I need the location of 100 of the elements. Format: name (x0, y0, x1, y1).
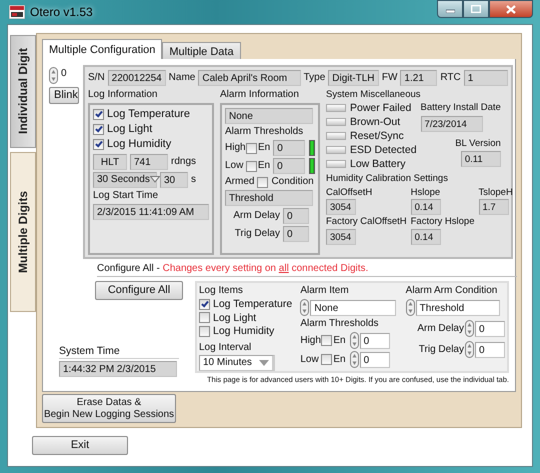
interval-dropdown[interactable]: 30 Seconds (93, 172, 157, 188)
field-label: FW (382, 72, 398, 84)
field-label: Trig Delay (418, 344, 464, 356)
checkbox[interactable] (257, 176, 268, 188)
field-label: Alarm Thresholds (225, 126, 304, 138)
field-label: Factory Hslope (410, 216, 474, 228)
maximize-button[interactable] (463, 0, 489, 18)
field-label: High (225, 142, 245, 154)
value-field: 30 (160, 172, 188, 188)
dropdown-arrow-icon (259, 360, 269, 366)
dropdown-arrow-icon (150, 176, 160, 184)
spin-buttons[interactable] (465, 341, 474, 358)
number-field[interactable]: 0 (360, 332, 390, 348)
value-field: 3054 (326, 228, 356, 245)
section-title: Alarm Information (220, 89, 300, 101)
unit-label: s (191, 174, 196, 186)
field-label: Alarm Item (300, 285, 350, 297)
checkbox[interactable] (246, 160, 257, 172)
field-label: Low (300, 354, 320, 366)
field-label: CalOffsetH (326, 186, 374, 198)
field-label: Battery Install Date (420, 102, 501, 114)
arm-condition-field[interactable]: Threshold (416, 300, 500, 316)
checkbox[interactable] (321, 354, 332, 365)
exit-button[interactable]: Exit (32, 436, 128, 455)
value-field: 0.14 (410, 199, 441, 216)
value-field: HLT (93, 154, 127, 170)
window-title: Otero v1.53 (30, 4, 93, 20)
checkbox-label: Log Humidity (213, 325, 274, 338)
close-icon (506, 4, 516, 14)
section-title: Log Information (88, 89, 158, 101)
field-label: Alarm Thresholds (300, 318, 380, 330)
section-title: Humidity Calibration Settings (326, 173, 449, 185)
value-field: 741 (130, 154, 168, 170)
side-tab[interactable]: Multiple Digits (10, 152, 36, 312)
field-label: System Time (59, 345, 179, 359)
checkbox-label: Log Light (213, 312, 256, 324)
field-label: Low (225, 160, 244, 172)
checkbox-label: Log Temperature (213, 298, 292, 311)
value-field: 1.7 (478, 199, 508, 216)
value-field: 1:44:32 PM 2/3/2015 (59, 361, 177, 377)
checkbox-label: En (258, 142, 270, 154)
value-field: 7/23/2014 (420, 116, 483, 132)
checkbox-label: En (333, 354, 346, 366)
spin-buttons[interactable] (49, 67, 58, 84)
value-field: None (225, 108, 313, 124)
interval-dropdown[interactable]: 10 Minutes (199, 354, 275, 371)
checkbox[interactable] (199, 312, 210, 324)
field-label: Name (168, 72, 196, 84)
indicator-label: ESD Detected (350, 144, 417, 157)
indicator-label: Reset/Sync (350, 130, 404, 143)
value-field: 1 (464, 70, 508, 86)
field-label: Trig Delay (234, 228, 280, 240)
checkbox-label: Log Temperature (107, 108, 190, 122)
close-button[interactable] (489, 0, 533, 18)
value-field: 0 (283, 226, 309, 242)
field-label: Log Items (199, 285, 244, 297)
indicator-label: Low Battery (350, 158, 406, 171)
value-field: 0 (283, 208, 309, 224)
spin-buttons[interactable] (300, 299, 310, 316)
checkbox-label: Log Humidity (107, 138, 172, 152)
minimize-button[interactable] (437, 0, 463, 18)
checkbox[interactable] (199, 326, 210, 337)
erase-button[interactable]: Erase Datas & Begin New Logging Sessions (42, 394, 176, 423)
field-label: Arm Delay (417, 322, 464, 334)
blink-button[interactable]: Blink (49, 87, 79, 104)
checkbox-label: En (333, 334, 346, 346)
app-icon (9, 5, 25, 19)
checkbox[interactable] (93, 139, 104, 150)
number-field[interactable]: 0 (475, 320, 505, 336)
tab[interactable]: Multiple Configuration (42, 39, 162, 59)
alarm-item-field[interactable]: None (310, 300, 396, 316)
checkbox[interactable] (93, 124, 104, 136)
tab[interactable]: Multiple Data (162, 42, 241, 59)
field-label: Alarm Arm Condition (406, 285, 498, 297)
field-label: RTC (440, 72, 461, 84)
side-tab[interactable]: Individual Digit (10, 35, 36, 148)
value-field: 2/3/2015 11:41:09 AM (93, 204, 209, 220)
value-field: Caleb April's Room (198, 70, 301, 86)
spin-buttons[interactable] (465, 320, 474, 337)
value-field: 1.21 (400, 70, 438, 86)
field-label: BL Version (455, 138, 501, 150)
checkbox[interactable] (246, 142, 257, 154)
checkbox[interactable] (321, 335, 332, 346)
spin-buttons[interactable] (350, 332, 359, 349)
checkbox-label: En (258, 160, 270, 172)
checkbox[interactable] (93, 109, 104, 120)
checkbox[interactable] (199, 298, 210, 310)
value-field: Threshold (225, 190, 313, 206)
value-field: 220012254 (108, 70, 166, 86)
number-field[interactable]: 0 (475, 342, 505, 358)
spin-buttons[interactable] (406, 299, 415, 316)
field-label: Factory CalOffsetH (326, 216, 407, 228)
value-field: 0.14 (410, 228, 441, 245)
field-label: High (300, 334, 320, 346)
warning-text: Configure All - Changes every setting on all connected Digits. (97, 263, 517, 277)
value-field: 0.11 (460, 151, 501, 168)
number-field[interactable]: 0 (360, 352, 390, 368)
configure-all-button[interactable]: Configure All (95, 281, 183, 300)
spin-buttons[interactable] (350, 351, 359, 368)
checkbox-label: Armed (225, 176, 254, 188)
